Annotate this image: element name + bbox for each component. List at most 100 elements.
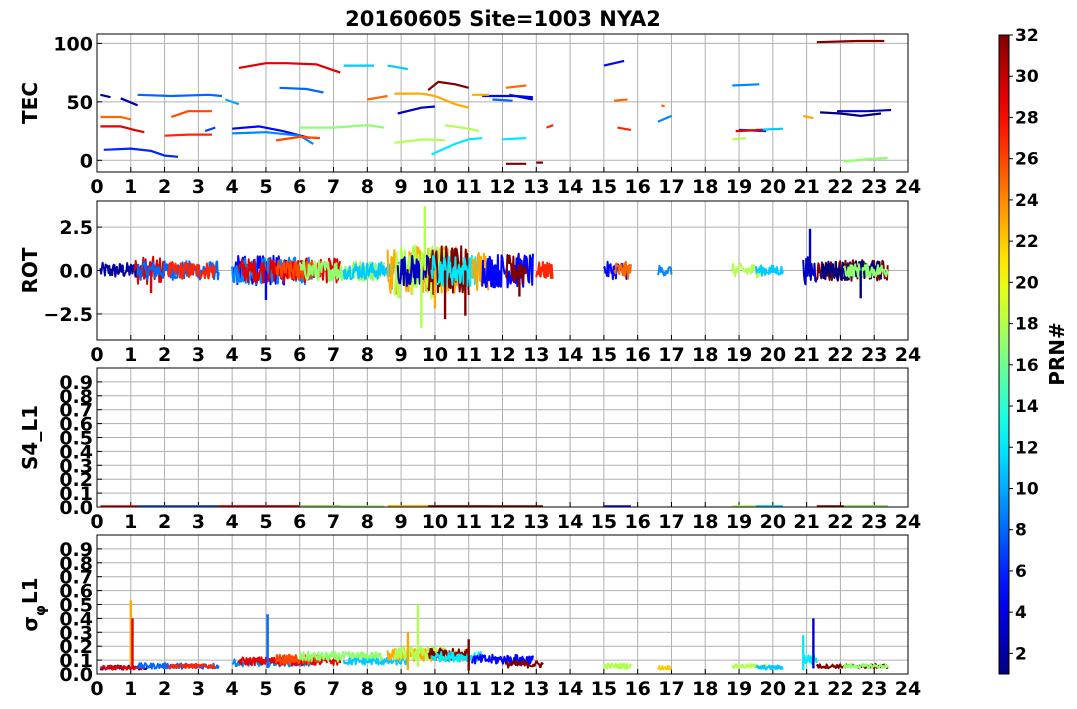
rot-ylabel: ROT xyxy=(18,247,42,293)
x-tick-label: 11 xyxy=(455,678,481,700)
x-tick-label: 6 xyxy=(293,511,306,533)
series-prn-25 xyxy=(660,104,666,108)
y-tick-label: 0 xyxy=(80,150,93,172)
x-tick-label: 6 xyxy=(293,678,306,700)
x-tick-label: 3 xyxy=(192,511,205,533)
x-tick-label: 5 xyxy=(259,511,272,533)
colorbar-tick-label: 10 xyxy=(1015,479,1039,499)
x-tick-label: 1 xyxy=(124,176,137,198)
colorbar-tick-label: 12 xyxy=(1015,438,1039,458)
x-tick-label: 2 xyxy=(158,678,171,700)
x-tick-label: 7 xyxy=(327,511,340,533)
series-prn-8 xyxy=(137,93,223,98)
x-tick-label: 15 xyxy=(591,176,617,198)
colorbar-tick-label: 18 xyxy=(1015,315,1039,335)
x-tick-label: 13 xyxy=(523,176,549,198)
x-tick-label: 9 xyxy=(395,511,408,533)
x-tick-label: 11 xyxy=(455,176,481,198)
series-prn-29 xyxy=(735,128,763,133)
x-tick-label: 23 xyxy=(861,678,887,700)
tec-ylabel: TEC xyxy=(18,82,42,124)
x-tick-label: 10 xyxy=(422,511,448,533)
x-tick-label: 20 xyxy=(760,511,786,533)
x-tick-label: 22 xyxy=(827,678,853,700)
x-tick-label: 12 xyxy=(489,344,515,366)
x-tick-label: 16 xyxy=(624,344,650,366)
x-tick-label: 24 xyxy=(895,511,921,533)
x-tick-label: 6 xyxy=(293,344,306,366)
colorbar-gradient xyxy=(998,34,1010,675)
x-tick-label: 5 xyxy=(259,678,272,700)
colorbar-tick-label: 24 xyxy=(1015,191,1039,211)
panels: 0 1 2 3 4 5 6 7 8 9 10 11 12 13 14 15 16 17 18 19 20 21 22 23 24… xyxy=(18,33,921,700)
x-tick-label: 1 xyxy=(124,511,137,533)
x-tick-label: 19 xyxy=(726,678,752,700)
x-tick-label: 21 xyxy=(793,511,819,533)
x-tick-label: 7 xyxy=(327,678,340,700)
x-tick-label: 9 xyxy=(395,176,408,198)
x-tick-label: 12 xyxy=(489,176,515,198)
colorbar-tick-label: 30 xyxy=(1015,67,1039,87)
series-prn-27 xyxy=(164,133,212,137)
x-tick-label: 9 xyxy=(395,344,408,366)
x-tick-label: 15 xyxy=(591,678,617,700)
x-tick-label: 14 xyxy=(557,344,583,366)
x-tick-label: 13 xyxy=(523,344,549,366)
series-prn-5 xyxy=(482,94,533,99)
x-tick-label: 22 xyxy=(827,511,853,533)
x-tick-label: 14 xyxy=(557,176,583,198)
x-tick-label: 19 xyxy=(726,344,752,366)
x-tick-label: 10 xyxy=(422,344,448,366)
x-tick-label: 20 xyxy=(760,344,786,366)
x-tick-label: 24 xyxy=(895,678,921,700)
x-tick-label: 8 xyxy=(361,176,374,198)
s4-ylabel: S4_L1 xyxy=(18,405,42,470)
series-prn-32 xyxy=(816,39,885,44)
series-prn-12 xyxy=(502,137,527,141)
x-tick-label: 19 xyxy=(726,176,752,198)
colorbar-tick-label: 22 xyxy=(1015,232,1039,252)
colorbar-tick-label: 26 xyxy=(1015,150,1039,170)
colorbar-tick-label: 2 xyxy=(1015,644,1027,664)
sigma-phi-ylabel: σφL1 xyxy=(18,577,49,631)
x-tick-label: 3 xyxy=(192,176,205,198)
x-tick-label: 3 xyxy=(192,678,205,700)
x-tick-label: 16 xyxy=(624,511,650,533)
x-tick-label: 3 xyxy=(192,344,205,366)
x-tick-label: 2 xyxy=(158,344,171,366)
colorbar-tick-label: 32 xyxy=(1015,26,1039,46)
x-tick-label: 17 xyxy=(658,511,684,533)
x-tick-label: 7 xyxy=(327,176,340,198)
x-tick-label: 6 xyxy=(293,176,306,198)
x-tick-label: 11 xyxy=(455,511,481,533)
x-tick-label: 18 xyxy=(692,678,718,700)
x-tick-label: 9 xyxy=(395,678,408,700)
x-tick-label: 4 xyxy=(226,678,239,700)
colorbar-label: PRN# xyxy=(1045,322,1069,386)
x-tick-label: 0 xyxy=(90,344,103,366)
y-tick-label: 0.9 xyxy=(59,539,93,561)
colorbar-tick-label: 14 xyxy=(1015,397,1039,417)
x-tick-label: 8 xyxy=(361,344,374,366)
x-tick-label: 24 xyxy=(895,176,921,198)
x-tick-label: 21 xyxy=(793,344,819,366)
x-tick-label: 1 xyxy=(124,678,137,700)
x-tick-label: 17 xyxy=(658,678,684,700)
x-tick-label: 18 xyxy=(692,344,718,366)
x-tick-label: 16 xyxy=(624,678,650,700)
x-tick-label: 23 xyxy=(861,344,887,366)
x-tick-label: 8 xyxy=(361,511,374,533)
x-tick-label: 23 xyxy=(861,176,887,198)
x-tick-label: 0 xyxy=(90,176,103,198)
x-tick-label: 17 xyxy=(658,344,684,366)
x-tick-label: 14 xyxy=(557,678,583,700)
series-prn-18 xyxy=(732,137,746,141)
x-tick-label: 22 xyxy=(827,176,853,198)
panel-4: 0 1 2 3 4 5 6 7 8 9 10 11 12 13 14 15 16 17 18 19 20 21 22 23 24… xyxy=(18,534,921,700)
series-prn-25 xyxy=(613,98,628,102)
x-tick-label: 23 xyxy=(861,511,887,533)
series-prn-18 xyxy=(602,662,632,670)
x-tick-label: 22 xyxy=(827,344,853,366)
y-tick-label: 2.5 xyxy=(59,217,93,239)
x-tick-label: 21 xyxy=(793,678,819,700)
